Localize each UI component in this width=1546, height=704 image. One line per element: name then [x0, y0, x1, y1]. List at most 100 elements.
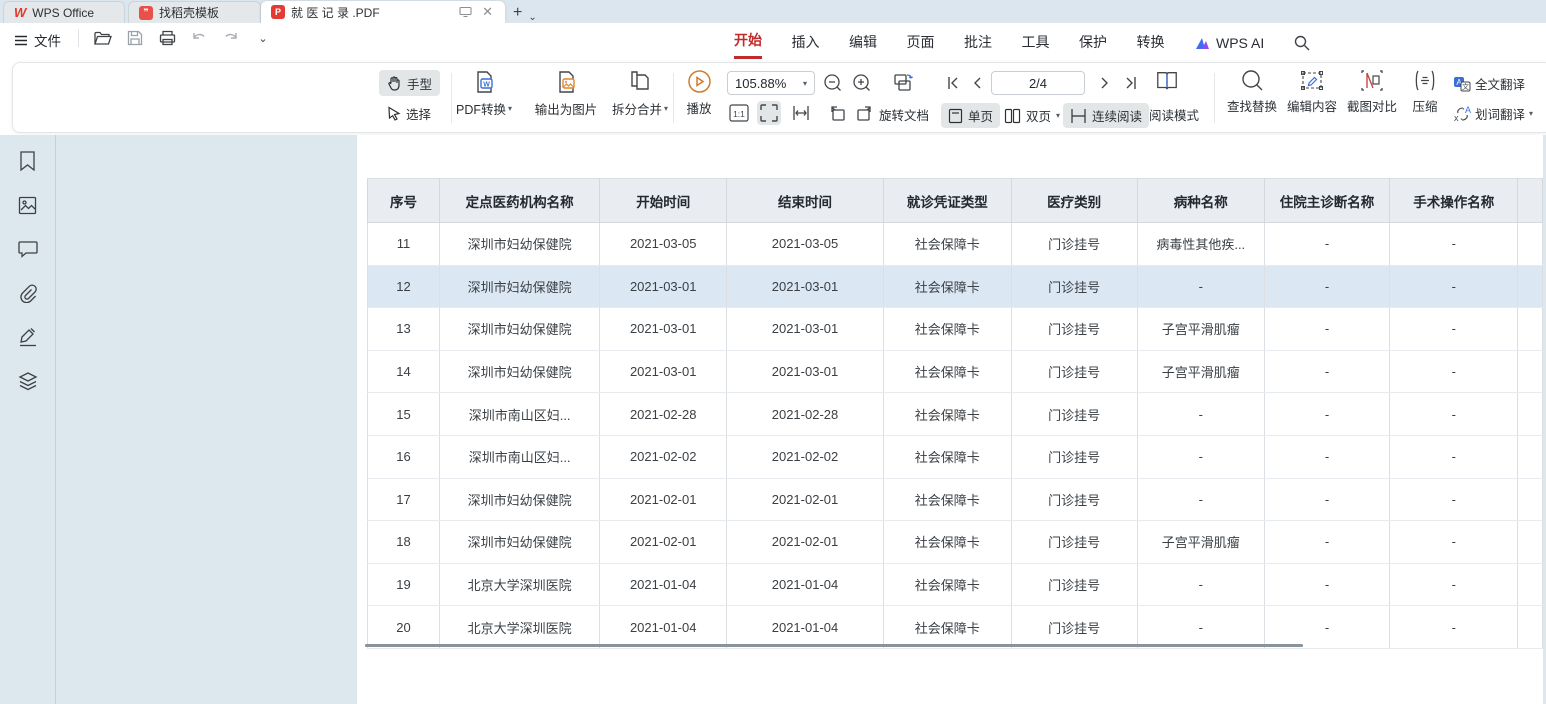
print-icon[interactable] — [157, 28, 177, 48]
full-translate-button[interactable]: A 文 全文翻译 — [1453, 74, 1525, 93]
window-tab-bar: W WPS Office ❞ 找稻壳模板 P 就 医 记 录 .PDF ✕ + … — [0, 0, 1546, 23]
new-tab-button[interactable]: + — [513, 3, 522, 23]
screenshot-compare-icon — [1360, 69, 1384, 92]
table-cell: - — [1137, 478, 1264, 521]
next-page-icon[interactable] — [1093, 71, 1117, 95]
page-indicator: 2/4 — [1029, 76, 1047, 91]
double-page-button[interactable]: 双页 ▾ — [997, 103, 1067, 128]
prev-page-icon[interactable] — [965, 71, 989, 95]
continuous-read-button[interactable]: 连续阅读 — [1063, 103, 1149, 128]
redo-icon[interactable] — [221, 28, 241, 48]
pdf-page[interactable]: 序号定点医药机构名称开始时间结束时间就诊凭证类型医疗类别病种名称住院主诊断名称手… — [357, 135, 1543, 704]
chevron-down-icon: ▾ — [508, 104, 512, 113]
actual-size-icon[interactable]: 1:1 — [727, 101, 751, 125]
tab-label: WPS Office — [32, 6, 94, 20]
pdf-convert-button[interactable]: W PDF转换▾ — [445, 69, 523, 118]
close-tab-icon[interactable]: ✕ — [480, 4, 495, 20]
table-cell: 2021-03-05 — [600, 223, 727, 266]
table-cell: 2021-01-04 — [600, 606, 727, 649]
svg-text:文: 文 — [1462, 82, 1469, 91]
single-page-button[interactable]: 单页 — [941, 103, 1000, 128]
rotate-left-icon[interactable] — [825, 101, 849, 125]
word-translate-button[interactable]: A x 划词翻译 ▾ — [1453, 104, 1533, 123]
find-replace-button[interactable]: 查找替换 — [1221, 69, 1283, 115]
full-translate-icon: A 文 — [1453, 76, 1471, 92]
tab-home[interactable]: 开始 — [734, 27, 762, 59]
open-file-icon[interactable] — [93, 28, 113, 48]
table-cell: 2021-01-04 — [600, 563, 727, 606]
zoom-level-value: 105.88% — [735, 76, 786, 91]
compress-button[interactable]: 压缩 — [1403, 69, 1447, 115]
save-icon[interactable] — [125, 28, 145, 48]
zoom-level-select[interactable]: 105.88% ▾ — [727, 71, 815, 95]
wps-ai-button[interactable]: WPS AI — [1194, 35, 1264, 51]
read-mode-icon[interactable] — [1155, 69, 1179, 93]
tab-insert[interactable]: 插入 — [792, 29, 820, 58]
tab-edit[interactable]: 编辑 — [849, 29, 877, 58]
table-cell: 12 — [368, 265, 440, 308]
table-cell: 门诊挂号 — [1011, 563, 1137, 606]
comment-icon[interactable] — [17, 238, 39, 260]
attachment-icon[interactable] — [17, 282, 39, 304]
table-cell: - — [1264, 478, 1389, 521]
screenshot-compare-button[interactable]: 截图对比 — [1341, 69, 1403, 115]
tab-tools[interactable]: 工具 — [1022, 29, 1050, 58]
table-cell: 社会保障卡 — [883, 223, 1011, 266]
table-cell: - — [1264, 223, 1389, 266]
tab-list-chevron-icon[interactable]: ⌄ — [528, 12, 536, 23]
table-cell: 14 — [368, 350, 440, 393]
table-cell: 2021-03-01 — [727, 265, 884, 308]
tab-document[interactable]: P 就 医 记 录 .PDF ✕ — [261, 1, 505, 23]
search-icon[interactable] — [1294, 35, 1310, 51]
tab-convert[interactable]: 转换 — [1137, 29, 1165, 58]
table-header-row: 序号定点医药机构名称开始时间结束时间就诊凭证类型医疗类别病种名称住院主诊断名称手… — [368, 179, 1543, 223]
bookmark-icon[interactable] — [17, 150, 39, 172]
rotate-pages-icon[interactable] — [891, 71, 915, 95]
file-menu-button[interactable]: 文件 — [14, 30, 61, 50]
fit-page-icon[interactable] — [757, 101, 781, 125]
page-number-input[interactable]: 2/4 — [991, 71, 1085, 95]
table-cell: - — [1137, 265, 1264, 308]
last-page-icon[interactable] — [1119, 71, 1143, 95]
screen-share-icon[interactable] — [457, 6, 474, 18]
undo-icon[interactable] — [189, 28, 209, 48]
wps-logo-icon: W — [14, 5, 26, 20]
tab-label: 找稻壳模板 — [159, 4, 219, 21]
table-cell: 18 — [368, 521, 440, 564]
split-merge-icon — [627, 69, 653, 95]
export-image-button[interactable]: 输出为图片 — [527, 69, 605, 118]
word-translate-icon: A x — [1453, 105, 1471, 122]
edit-content-button[interactable]: 编辑内容 — [1281, 69, 1343, 115]
table-cell — [1518, 350, 1543, 393]
table-cell: - — [1390, 606, 1518, 649]
more-actions-chevron-icon[interactable]: ⌄ — [253, 28, 273, 48]
tab-protect[interactable]: 保护 — [1079, 29, 1107, 58]
table-cell: 2021-02-28 — [600, 393, 727, 436]
column-header: 病种名称 — [1137, 179, 1264, 223]
hand-tool-button[interactable]: 手型 — [379, 70, 440, 96]
zoom-out-icon[interactable] — [821, 71, 845, 95]
signature-icon[interactable] — [17, 326, 39, 348]
tab-docer[interactable]: ❞ 找稻壳模板 — [128, 1, 261, 23]
thumbnails-icon[interactable] — [17, 194, 39, 216]
table-row: 19北京大学深圳医院2021-01-042021-01-04社会保障卡门诊挂号-… — [368, 563, 1543, 606]
read-mode-button[interactable]: 阅读模式 — [1149, 105, 1199, 124]
table-cell: 子宫平滑肌瘤 — [1137, 521, 1264, 564]
table-cell: - — [1390, 478, 1518, 521]
tab-wps-office[interactable]: W WPS Office — [3, 1, 125, 23]
play-button[interactable]: 播放 — [663, 69, 735, 117]
layers-icon[interactable] — [17, 370, 39, 392]
zoom-in-icon[interactable] — [850, 71, 874, 95]
table-cell: 门诊挂号 — [1011, 478, 1137, 521]
table-cell — [1518, 435, 1543, 478]
table-cell: 20 — [368, 606, 440, 649]
tab-comment[interactable]: 批注 — [964, 29, 992, 58]
play-icon — [687, 69, 712, 94]
select-tool-button[interactable]: 选择 — [379, 100, 439, 126]
first-page-icon[interactable] — [941, 71, 965, 95]
fit-width-icon[interactable] — [789, 101, 813, 125]
tab-page[interactable]: 页面 — [907, 29, 935, 58]
table-cell: - — [1264, 393, 1389, 436]
rotate-document-button[interactable]: 旋转文档 — [879, 105, 929, 124]
rotate-right-icon[interactable] — [853, 101, 877, 125]
